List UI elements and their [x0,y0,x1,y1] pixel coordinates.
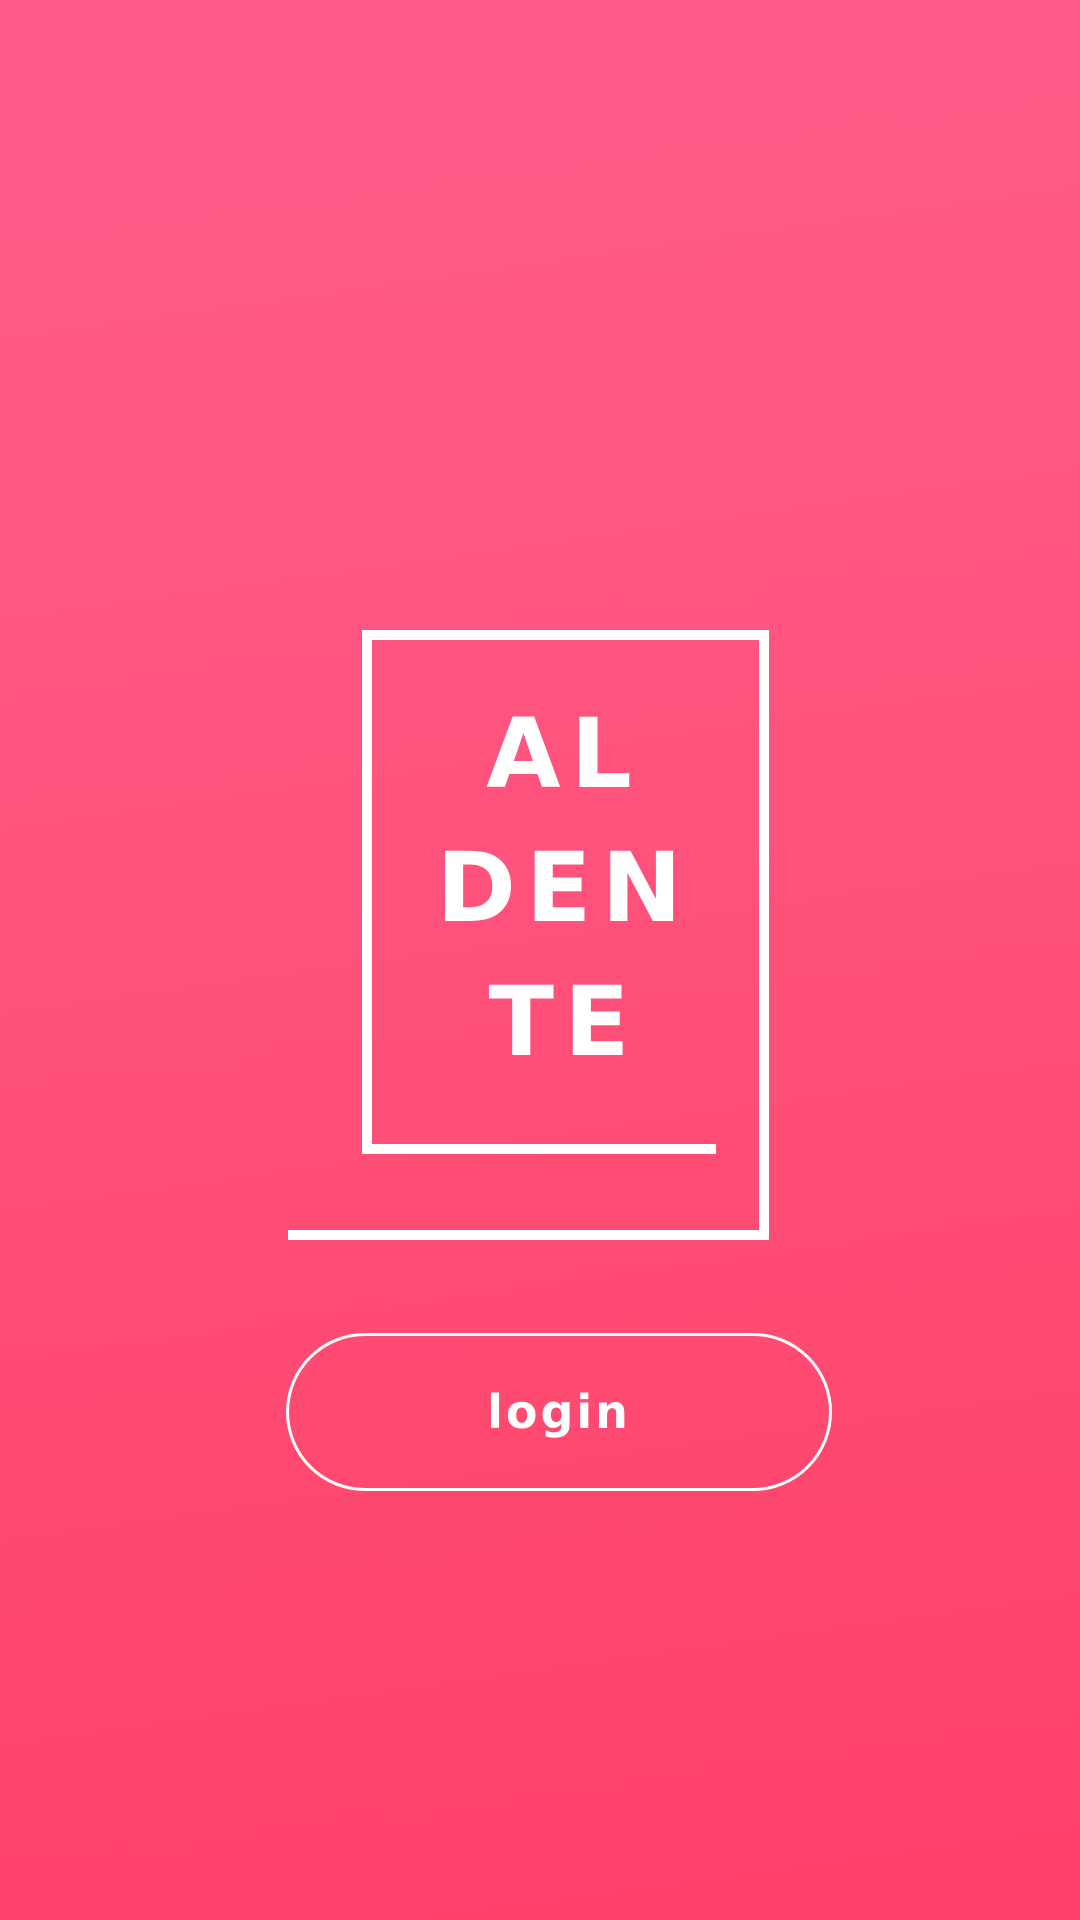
login-button-label: login [487,1385,631,1439]
logo-frame-top [362,630,769,640]
logo-line-2: DEN [436,832,692,944]
logo-frame-inner-bottom [362,1144,716,1154]
logo-wordmark: AL DEN TE [362,687,766,1089]
logo-line-3: TE [488,966,640,1078]
logo-frame-outer-bottom [288,1230,769,1240]
logo-line-1: AL [486,698,642,810]
login-button[interactable]: login [286,1333,832,1491]
app-logo: AL DEN TE [0,0,1080,1920]
splash-screen: AL DEN TE login [0,0,1080,1920]
